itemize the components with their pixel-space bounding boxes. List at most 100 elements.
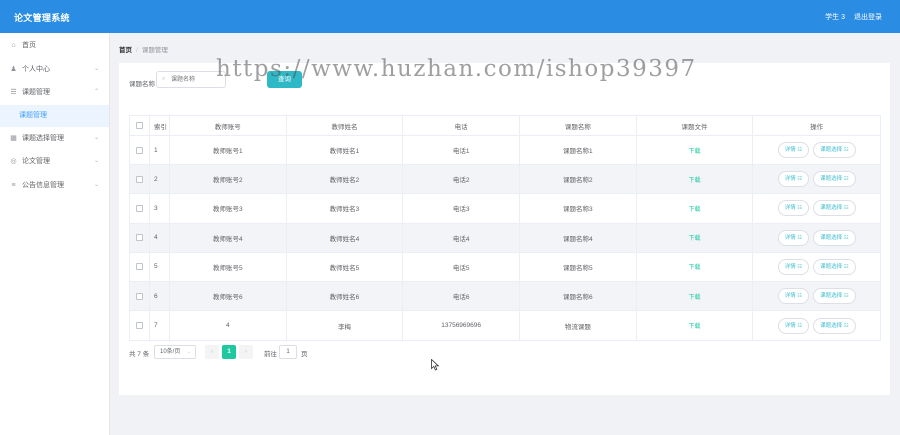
logout-link[interactable]: 退出登录: [854, 12, 882, 22]
current-page-button[interactable]: 1: [222, 345, 236, 359]
next-page-button[interactable]: ›: [239, 345, 253, 359]
pagination-total: 共 7 条: [129, 351, 150, 358]
row-checkbox[interactable]: [135, 234, 143, 242]
column-header: 课题名称: [520, 116, 637, 135]
cell-index: 1: [150, 136, 170, 165]
sidebar-item-label: 公告信息管理: [22, 181, 64, 189]
main-content: 首页 /课题管理 课题名称 ⌕ 查询 索引 教师账号 教师姓名 电话 课题名称 课…: [110, 33, 900, 435]
detail-button[interactable]: 详情 ☷: [777, 200, 810, 217]
user-name: 学生 3: [825, 14, 845, 21]
table-row: 5 教师账号5 教师姓名5 电话5 课题名称5 下载 详情 ☷ 课题选择 ☷: [130, 252, 880, 282]
row-checkbox[interactable]: [135, 146, 143, 154]
select-topic-button[interactable]: 课题选择 ☷: [813, 288, 856, 305]
detail-button[interactable]: 详情 ☷: [777, 288, 810, 305]
cell-teacher-no: 教师账号2: [170, 165, 287, 194]
sidebar-item-topic-management[interactable]: ☰ 课题管理 ⌃: [0, 81, 109, 105]
cell-teacher-no: 4: [170, 311, 287, 341]
detail-button[interactable]: 详情 ☷: [777, 317, 810, 334]
row-checkbox[interactable]: [135, 263, 143, 271]
cell-teacher-name: 教师姓名2: [287, 165, 404, 194]
sidebar-item-topic-selection[interactable]: ▦ 课题选择管理 ⌄: [0, 127, 109, 151]
page-size-select[interactable]: 10条/页 ⌄: [154, 345, 196, 359]
prev-page-button[interactable]: ‹: [205, 345, 219, 359]
goto-unit: 页: [301, 351, 308, 358]
select-topic-button[interactable]: 课题选择 ☷: [813, 317, 856, 334]
select-topic-button[interactable]: 课题选择 ☷: [813, 229, 856, 246]
download-link[interactable]: 下载: [688, 146, 700, 155]
cell-teacher-no: 教师账号4: [170, 223, 287, 252]
chevron-up-icon: ⌃: [93, 89, 99, 95]
detail-button[interactable]: 详情 ☷: [777, 142, 810, 159]
cell-topic-title: 课题名称3: [520, 194, 637, 223]
table-row: 1 教师账号1 教师姓名1 电话1 课题名称1 下载 详情 ☷ 课题选择 ☷: [130, 136, 880, 166]
breadcrumb-current: 课题管理: [141, 47, 168, 54]
cell-phone: 电话5: [403, 252, 520, 281]
sidebar-item-personal-center[interactable]: ♟ 个人中心 ⌄: [0, 58, 109, 82]
download-link[interactable]: 下载: [688, 292, 700, 301]
download-link[interactable]: 下载: [688, 175, 700, 184]
cell-topic-title: 课题名称5: [520, 252, 637, 281]
download-link[interactable]: 下载: [688, 233, 700, 242]
grid-icon: ▦: [10, 134, 17, 142]
topic-table: 索引 教师账号 教师姓名 电话 课题名称 课题文件 操作 1 教师账号1 教师姓…: [129, 115, 881, 342]
detail-button[interactable]: 详情 ☷: [777, 229, 810, 246]
cell-teacher-no: 教师账号3: [170, 194, 287, 223]
cell-teacher-name: 教师姓名4: [287, 223, 404, 252]
sidebar-subitem-topic-management[interactable]: 课题管理: [0, 104, 109, 127]
sidebar-item-thesis-management[interactable]: ◎ 论文管理 ⌄: [0, 150, 109, 174]
breadcrumb: 首页 / 课题管理: [119, 44, 168, 54]
select-topic-button[interactable]: 课题选择 ☷: [813, 142, 856, 159]
cell-phone: 电话6: [403, 281, 520, 311]
sidebar-item-notice-management[interactable]: ≡ 公告信息管理 ⌄: [0, 174, 109, 198]
cell-topic-title: 课题名称1: [520, 136, 637, 165]
pagination: 共 7 条 10条/页 ⌄ ‹ 1 › 前往 1 页: [129, 345, 429, 359]
cell-topic-title: 物流课题: [520, 311, 637, 341]
table-row: 3 教师账号3 教师姓名3 电话3 课题名称3 下载 详情 ☷ 课题选择 ☷: [130, 194, 880, 224]
detail-button[interactable]: 详情 ☷: [777, 171, 810, 188]
search-box: ⌕: [156, 71, 226, 88]
select-topic-button[interactable]: 课题选择 ☷: [813, 171, 856, 188]
cell-index: 5: [150, 252, 170, 281]
download-link[interactable]: 下载: [688, 204, 700, 213]
select-topic-button[interactable]: 课题选择 ☷: [813, 258, 856, 275]
sidebar-item-home[interactable]: ⌂ 首页: [0, 34, 109, 58]
breadcrumb-home[interactable]: 首页: [119, 47, 132, 54]
goto-label: 前往: [264, 351, 277, 358]
select-all-checkbox[interactable]: [135, 122, 143, 129]
page-size-value: 10条/页: [160, 349, 181, 355]
search-button[interactable]: 查询: [267, 71, 302, 88]
sidebar-item-label: 论文管理: [22, 158, 50, 165]
app-title: 论文管理系统: [14, 13, 70, 23]
cell-teacher-name: 教师姓名5: [287, 252, 404, 281]
goto-page-input[interactable]: 1: [279, 345, 297, 359]
cell-phone: 电话2: [403, 165, 520, 194]
row-checkbox[interactable]: [135, 204, 143, 212]
column-header: 教师账号: [170, 116, 287, 135]
cell-teacher-no: 教师账号6: [170, 281, 287, 311]
cell-index: 3: [150, 194, 170, 223]
cell-topic-title: 课题名称6: [520, 281, 637, 311]
sidebar-item-label: 个人中心: [22, 65, 50, 73]
sidebar-item-label: 课题管理: [22, 89, 50, 96]
search-input[interactable]: [171, 74, 225, 86]
home-icon: ⌂: [11, 42, 16, 49]
column-header: 教师姓名: [287, 116, 404, 135]
chevron-down-icon: ⌄: [93, 134, 99, 141]
breadcrumb-separator: /: [136, 47, 138, 54]
row-checkbox[interactable]: [135, 292, 143, 300]
doc-icon: ◎: [10, 158, 17, 165]
cell-topic-title: 课题名称4: [520, 223, 637, 252]
chevron-down-icon: ⌄: [93, 65, 99, 72]
download-link[interactable]: 下载: [688, 321, 700, 330]
cell-teacher-no: 教师账号5: [170, 252, 287, 281]
cell-index: 6: [150, 281, 170, 311]
cell-index: 4: [150, 223, 170, 252]
select-topic-button[interactable]: 课题选择 ☷: [813, 200, 856, 217]
row-checkbox[interactable]: [135, 322, 143, 330]
row-checkbox[interactable]: [135, 175, 143, 183]
table-row: 2 教师账号2 教师姓名2 电话2 课题名称2 下载 详情 ☷ 课题选择 ☷: [130, 165, 880, 195]
user-icon: ♟: [10, 65, 17, 73]
download-link[interactable]: 下载: [688, 262, 700, 271]
detail-button[interactable]: 详情 ☷: [777, 258, 810, 275]
chevron-down-icon: ⌄: [186, 349, 191, 355]
